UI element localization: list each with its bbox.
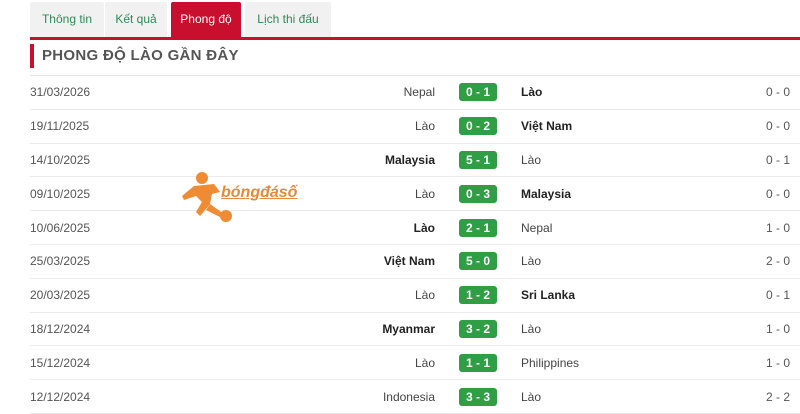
match-date: 10/06/2025	[30, 220, 91, 235]
match-date: 31/03/2026	[30, 85, 91, 100]
away-team: Lào	[521, 321, 542, 336]
score-badge: 0 - 2	[459, 117, 497, 136]
halftime-score: 0 - 0	[765, 119, 790, 134]
match-date: 12/12/2024	[30, 389, 91, 404]
score-badge: 3 - 3	[459, 387, 497, 406]
match-row[interactable]: 12/12/2024 Indonesia 3 - 3 Lào 2 - 2	[30, 380, 800, 414]
watermark-text: bóngđásố	[221, 184, 298, 201]
match-row[interactable]: 15/12/2024 Lào 1 - 1 Philippines 1 - 0	[30, 346, 800, 381]
home-team: Việt Nam	[383, 254, 435, 269]
home-team: Malaysia	[384, 152, 435, 167]
home-team: Nepal	[403, 85, 435, 100]
tab-ket-qua[interactable]: Kết quả	[105, 2, 167, 37]
away-team: Việt Nam	[521, 119, 573, 134]
halftime-score: 0 - 0	[765, 85, 790, 100]
match-row[interactable]: 20/03/2025 Lào 1 - 2 Sri Lanka 0 - 1	[30, 279, 800, 313]
match-date: 19/11/2025	[30, 119, 90, 134]
score-badge: 0 - 1	[459, 83, 497, 102]
away-team: Lào	[521, 85, 543, 100]
match-row[interactable]: 10/06/2025 Lào 2 - 1 Nepal 1 - 0	[30, 211, 800, 245]
home-team: Lào	[414, 355, 435, 370]
match-row[interactable]: 31/03/2026 Nepal 0 - 1 Lào 0 - 0	[30, 76, 800, 110]
match-list: 31/03/2026 Nepal 0 - 1 Lào 0 - 0 19/11/2025 Là…	[30, 76, 800, 414]
match-date: 14/10/2025	[30, 152, 91, 167]
halftime-score: 1 - 0	[765, 321, 790, 336]
halftime-score: 1 - 0	[765, 220, 790, 235]
home-team: Myanmar	[382, 321, 435, 336]
halftime-score: 2 - 0	[765, 254, 790, 269]
home-team: Lào	[414, 288, 435, 303]
watermark-logo: bóngđásố	[176, 168, 316, 228]
score-badge: 1 - 2	[459, 286, 497, 305]
home-team: Lào	[414, 119, 435, 134]
match-row[interactable]: 19/11/2025 Lào 0 - 2 Việt Nam 0 - 0	[30, 110, 800, 144]
match-date: 09/10/2025	[30, 186, 91, 201]
match-date: 25/03/2025	[30, 254, 91, 269]
away-team: Sri Lanka	[521, 288, 576, 303]
match-row[interactable]: 25/03/2025 Việt Nam 5 - 0 Lào 2 - 0	[30, 245, 800, 279]
away-team: Nepal	[521, 220, 553, 235]
away-team: Lào	[521, 389, 542, 404]
tab-phong-do[interactable]: Phong độ	[171, 2, 241, 37]
score-badge: 0 - 3	[459, 184, 497, 203]
away-team: Malaysia	[521, 186, 572, 201]
score-badge: 2 - 1	[459, 218, 497, 237]
score-badge: 5 - 0	[459, 252, 497, 271]
home-team: Indonesia	[382, 389, 435, 404]
halftime-score: 0 - 1	[765, 288, 790, 303]
halftime-score: 0 - 0	[765, 186, 790, 201]
score-badge: 3 - 2	[459, 319, 497, 338]
away-team: Lào	[521, 152, 542, 167]
away-team: Lào	[521, 254, 542, 269]
section-title: PHONG ĐỘ LÀO GẦN ĐÂY	[30, 44, 239, 68]
tab-thong-tin[interactable]: Thông tin	[30, 2, 104, 37]
match-row[interactable]: 14/10/2025 Malaysia 5 - 1 Lào 0 - 1	[30, 144, 800, 178]
match-date: 20/03/2025	[30, 288, 91, 303]
away-team: Philippines	[521, 355, 580, 370]
match-row[interactable]: 09/10/2025 Lào 0 - 3 Malaysia 0 - 0	[30, 177, 800, 212]
home-team: Lào	[413, 220, 435, 235]
halftime-score: 0 - 1	[765, 152, 790, 167]
match-date: 15/12/2024	[30, 355, 91, 370]
match-date: 18/12/2024	[30, 321, 91, 336]
match-row[interactable]: 18/12/2024 Myanmar 3 - 2 Lào 1 - 0	[30, 313, 800, 347]
home-team: Lào	[414, 186, 435, 201]
tab-bar: Thông tin Kết quả Phong độ Lịch thi đấu	[30, 0, 800, 40]
score-badge: 5 - 1	[459, 150, 497, 169]
halftime-score: 2 - 2	[765, 389, 790, 404]
halftime-score: 1 - 0	[765, 355, 790, 370]
tab-lich-thi-dau[interactable]: Lịch thi đấu	[245, 2, 331, 37]
score-badge: 1 - 1	[459, 353, 497, 372]
